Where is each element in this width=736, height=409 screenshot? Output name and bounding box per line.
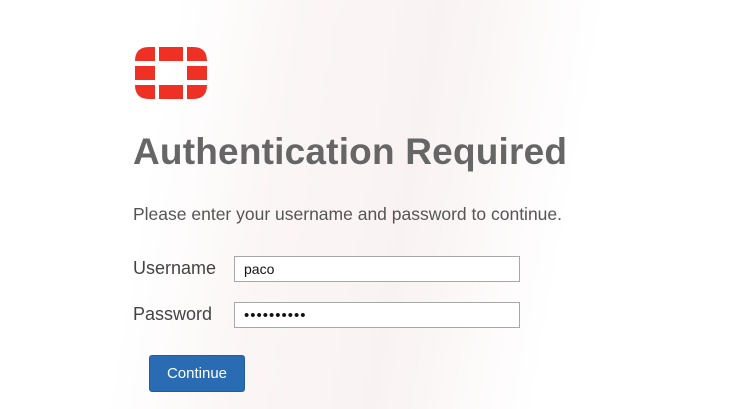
instructions-text: Please enter your username and password … [133,204,563,224]
fortinet-logo [135,47,207,99]
continue-button[interactable]: Continue [149,355,245,392]
username-label: Username [133,258,217,278]
password-label: Password [133,304,213,324]
page-title: Authentication Required [133,131,568,172]
password-input[interactable] [234,302,520,328]
username-input[interactable] [234,256,520,282]
